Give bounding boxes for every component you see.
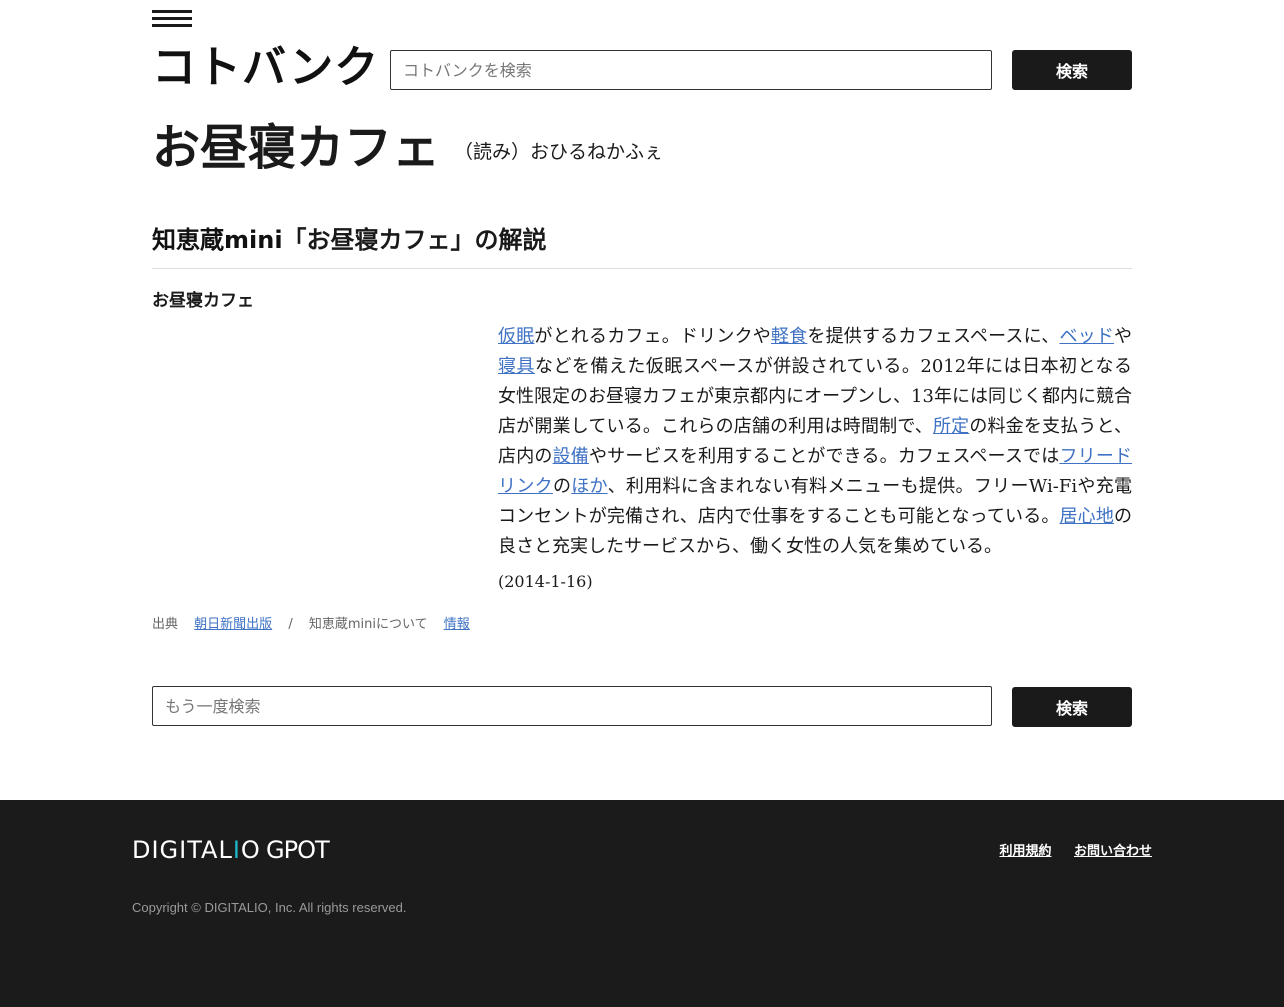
body-link[interactable]: 軽食 bbox=[771, 326, 807, 347]
body-text-segment: がとれるカフェ。ドリンクや bbox=[534, 326, 771, 347]
footer: DIGITALIO GPOT 利用規約 お問い合わせ Copyright © D… bbox=[0, 800, 1284, 1007]
entry-body: 仮眠がとれるカフェ。ドリンクや軽食を提供するカフェスペースに、ベッドや寝具などを… bbox=[498, 322, 1132, 562]
about-text: 知恵蔵miniについて bbox=[308, 617, 428, 632]
gpot-logo[interactable]: GPOT bbox=[266, 836, 330, 864]
entry-title: お昼寝カフェ bbox=[152, 120, 441, 176]
source-name: 知恵蔵mini bbox=[152, 226, 283, 254]
body-text-segment: を提供するカフェスペースに、 bbox=[807, 326, 1060, 347]
section-heading: 知恵蔵mini「お昼寝カフェ」の解説 bbox=[152, 220, 1132, 269]
entry-date: (2014-1-16) bbox=[498, 572, 593, 591]
body-text-segment: の bbox=[552, 476, 572, 497]
separator: / bbox=[288, 617, 293, 632]
footer-links: 利用規約 お問い合わせ bbox=[981, 840, 1152, 859]
search-input[interactable] bbox=[390, 50, 992, 90]
digitalio-logo[interactable]: DIGITALIO bbox=[132, 836, 261, 864]
search-again-button[interactable]: 検索 bbox=[1012, 687, 1132, 727]
site-logo[interactable]: コトバンク bbox=[152, 46, 379, 90]
search-again-input[interactable] bbox=[152, 686, 992, 726]
page-title: お昼寝カフェ （読み）おひるねかふぇ bbox=[152, 122, 663, 175]
body-link[interactable]: 設備 bbox=[553, 446, 589, 467]
body-link[interactable]: 所定 bbox=[933, 416, 969, 437]
body-text-segment: やサービスを利用することができる。カフェスペースでは bbox=[588, 446, 1060, 467]
body-link[interactable]: ほか bbox=[571, 476, 607, 497]
body-text-segment: や bbox=[1114, 326, 1133, 347]
source-line: 出典 朝日新聞出版 / 知恵蔵miniについて 情報 bbox=[152, 613, 470, 632]
term-heading: お昼寝カフェ bbox=[152, 291, 254, 311]
source-label: 出典 bbox=[152, 617, 179, 632]
copyright: Copyright © DIGITALIO, Inc. All rights r… bbox=[132, 900, 407, 915]
terms-link[interactable]: 利用規約 bbox=[999, 844, 1051, 859]
contact-link[interactable]: お問い合わせ bbox=[1074, 844, 1152, 859]
body-link[interactable]: 仮眠 bbox=[498, 326, 534, 347]
publisher-link[interactable]: 朝日新聞出版 bbox=[194, 617, 272, 632]
entry-reading: （読み）おひるねかふぇ bbox=[454, 141, 664, 163]
search-button[interactable]: 検索 bbox=[1012, 50, 1132, 90]
info-link[interactable]: 情報 bbox=[444, 617, 470, 632]
body-link[interactable]: ベッド bbox=[1059, 326, 1114, 347]
body-link[interactable]: 居心地 bbox=[1060, 506, 1114, 527]
menu-icon[interactable] bbox=[152, 10, 192, 32]
body-link[interactable]: 寝具 bbox=[498, 356, 535, 377]
section-heading-rest: 「お昼寝カフェ」の解説 bbox=[282, 225, 547, 254]
